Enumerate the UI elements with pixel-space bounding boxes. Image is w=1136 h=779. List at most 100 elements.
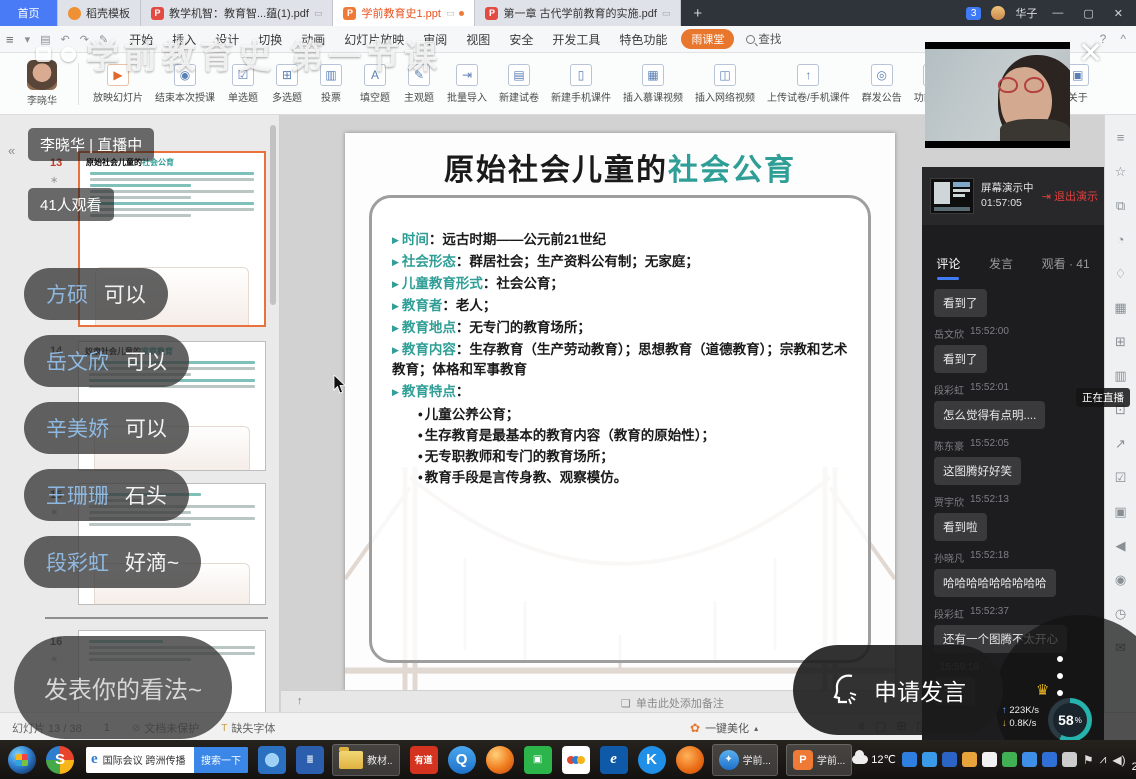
format-painter-icon[interactable]: ✎ — [99, 33, 108, 46]
search-go-button[interactable]: 搜索一下 — [194, 747, 248, 773]
side-tool-icon[interactable]: ◷ — [1115, 607, 1126, 620]
panel-scrollbar[interactable] — [270, 125, 276, 305]
toolbar-button[interactable]: ☑ 单选题 — [221, 64, 265, 104]
side-tool-icon[interactable]: ≡ — [1117, 131, 1125, 144]
toolbar-button[interactable]: ⊞ 多选题 — [265, 64, 309, 104]
side-tool-icon[interactable]: ⊞ — [1115, 335, 1126, 348]
ribbon-menu-item[interactable]: 幻灯片放映 — [342, 29, 406, 50]
tray-icon[interactable] — [962, 752, 977, 767]
toolbar-button[interactable]: ▯ 新建手机课件 — [545, 64, 617, 104]
toolbar-button[interactable]: ▤ 新建试卷 — [493, 64, 545, 104]
webcam-video[interactable] — [925, 42, 1070, 148]
ribbon-menu-item[interactable]: 开始 — [127, 29, 155, 50]
tab-docer[interactable]: 稻壳模板 — [58, 0, 141, 26]
toolbar-button[interactable]: ▦ 插入慕课视频 — [617, 64, 689, 104]
ribbon-menu-item[interactable]: 安全 — [507, 29, 535, 50]
redo-icon[interactable]: ↷ — [80, 33, 89, 46]
current-slide[interactable]: 原始社会儿童的社会公育 时间：远古时期——公元前21世纪社会形态：群居社会；生产… — [345, 133, 895, 691]
panel-collapse-icon[interactable]: « — [8, 143, 15, 158]
app-logo-icon[interactable]: ▾ — [25, 33, 31, 46]
side-tool-icon[interactable]: ⧉ — [1116, 199, 1125, 212]
ribbon-menu-item[interactable]: 切换 — [256, 29, 284, 50]
firefox-icon[interactable] — [486, 746, 514, 774]
side-tool-icon[interactable]: ◀ — [1116, 539, 1126, 552]
save-icon[interactable]: ▤ — [40, 33, 50, 46]
tab-pdf-2[interactable]: P 第一章 古代学前教育的实施.pdf ▭ — [475, 0, 681, 26]
side-tool-icon[interactable]: ☆ — [1115, 165, 1127, 178]
side-tool-icon[interactable]: ☑ — [1115, 471, 1127, 484]
side-tool-icon[interactable]: ↗ — [1115, 437, 1126, 450]
tray-icon[interactable] — [922, 752, 937, 767]
toolbar-button[interactable]: ↑ 上传试卷/手机课件 — [761, 64, 856, 104]
tab-watchers[interactable]: 观看 · 41 — [1042, 255, 1090, 280]
side-tool-icon[interactable]: ◉ — [1115, 573, 1126, 586]
message-count-badge[interactable]: 3 — [966, 7, 982, 20]
apply-to-speak-button[interactable]: 申请发言 — [793, 645, 1003, 735]
tray-icon[interactable] — [1062, 752, 1077, 767]
ribbon-menu-item[interactable]: 设计 — [213, 29, 241, 50]
side-tool-icon[interactable]: ▥ — [1114, 369, 1126, 382]
ribbon-menu-item[interactable]: 插入 — [170, 29, 198, 50]
ribbon-menu-item[interactable]: 审阅 — [421, 29, 449, 50]
k-app-icon[interactable]: K — [638, 746, 666, 774]
folder-window-button[interactable]: 教材.. — [332, 744, 400, 776]
side-tool-icon[interactable]: ▦ — [1114, 301, 1126, 314]
close-button[interactable]: ✕ — [1109, 7, 1128, 20]
tab-pdf-1[interactable]: P 教学机智：教育智...蕴(1).pdf ▭ — [141, 0, 333, 26]
tab-ppt-active[interactable]: P 学前教育史1.ppt ▭ — [333, 0, 475, 26]
tray-icon[interactable] — [1042, 752, 1057, 767]
tray-icon[interactable] — [902, 752, 917, 767]
tab-comments[interactable]: 评论 — [936, 255, 960, 280]
ribbon-menu-item[interactable]: 特色功能 — [617, 29, 669, 50]
list-app-icon[interactable]: ≣ — [296, 746, 324, 774]
toolbar-button[interactable]: ▥ 投票 — [309, 64, 353, 104]
collapse-ribbon-icon[interactable]: ^ — [1120, 32, 1126, 46]
taskbar-search[interactable]: e 国际会议 跨洲传播 搜索一下 — [86, 747, 248, 773]
toolbar-button[interactable]: ◉ 结束本次授课 — [149, 64, 221, 104]
toolbar-button[interactable]: A 填空题 — [353, 64, 397, 104]
maximize-button[interactable]: ▢ — [1078, 7, 1098, 20]
taskbar-clock[interactable]: 16:05 2020-02-24 — [1132, 746, 1136, 774]
ribbon-menu-item[interactable]: 动画 — [299, 29, 327, 50]
sogou-browser-icon[interactable] — [676, 746, 704, 774]
teacher-avatar[interactable]: 李晓华 — [14, 60, 70, 107]
minimize-button[interactable]: — — [1047, 7, 1068, 19]
find-button[interactable]: 查找 — [746, 31, 781, 47]
side-tool-icon[interactable]: ♢ — [1115, 267, 1127, 280]
toolbar-button[interactable]: ◫ 插入网络视频 — [689, 64, 761, 104]
more-options-dots[interactable] — [1057, 656, 1063, 696]
flag-icon[interactable]: ⚑ — [1083, 753, 1094, 767]
one-click-beautify-button[interactable]: ✿ 一键美化 ▴ — [690, 720, 758, 736]
account-name[interactable]: 华子 — [1015, 5, 1037, 21]
side-tool-icon[interactable]: ◔ — [1117, 233, 1125, 246]
notes-collapse-icon[interactable]: ↑ — [297, 695, 303, 707]
network-icon[interactable]: ⩘ — [1100, 752, 1107, 767]
volume-icon[interactable]: ◀) — [1112, 753, 1125, 767]
tab-home[interactable]: 首页 — [0, 0, 58, 26]
side-tool-icon[interactable]: ▣ — [1114, 505, 1126, 518]
notes-placeholder[interactable]: ❏单击此处添加备注 — [621, 695, 724, 711]
tray-icon[interactable] — [1022, 752, 1037, 767]
tab-speak[interactable]: 发言 — [989, 255, 1013, 280]
wps-window-button[interactable]: P 学前... — [786, 744, 852, 776]
qq-browser-icon[interactable]: Q — [448, 746, 476, 774]
sogou-icon[interactable]: S — [46, 746, 74, 774]
toolbar-button[interactable]: ⇥ 批量导入 — [441, 64, 493, 104]
toolbar-button[interactable]: ▶ 放映幻灯片 — [87, 64, 149, 104]
trophy-icon[interactable]: ♛ — [1036, 681, 1049, 699]
youdao-icon[interactable]: 有道 — [410, 746, 438, 774]
tray-icon[interactable] — [982, 752, 997, 767]
missing-font-warning[interactable]: T缺失字体 — [221, 720, 275, 736]
ie-app-icon[interactable]: e — [600, 746, 628, 774]
rain-classroom-tab[interactable]: 雨课堂 — [681, 29, 734, 49]
account-avatar[interactable] — [991, 6, 1005, 20]
globe-app-icon[interactable] — [258, 746, 286, 774]
hamburger-icon[interactable]: ≡ — [6, 32, 14, 47]
qq-window-button[interactable]: ✦ 学前... — [712, 744, 778, 776]
security-ball-widget[interactable]: 58% — [1048, 698, 1092, 742]
toolbar-button[interactable]: ✎ 主观题 — [397, 64, 441, 104]
start-button[interactable] — [8, 746, 36, 774]
tray-icon[interactable] — [1002, 752, 1017, 767]
new-tab-button[interactable]: + — [681, 0, 714, 26]
green-app-icon[interactable]: ▣ — [524, 746, 552, 774]
